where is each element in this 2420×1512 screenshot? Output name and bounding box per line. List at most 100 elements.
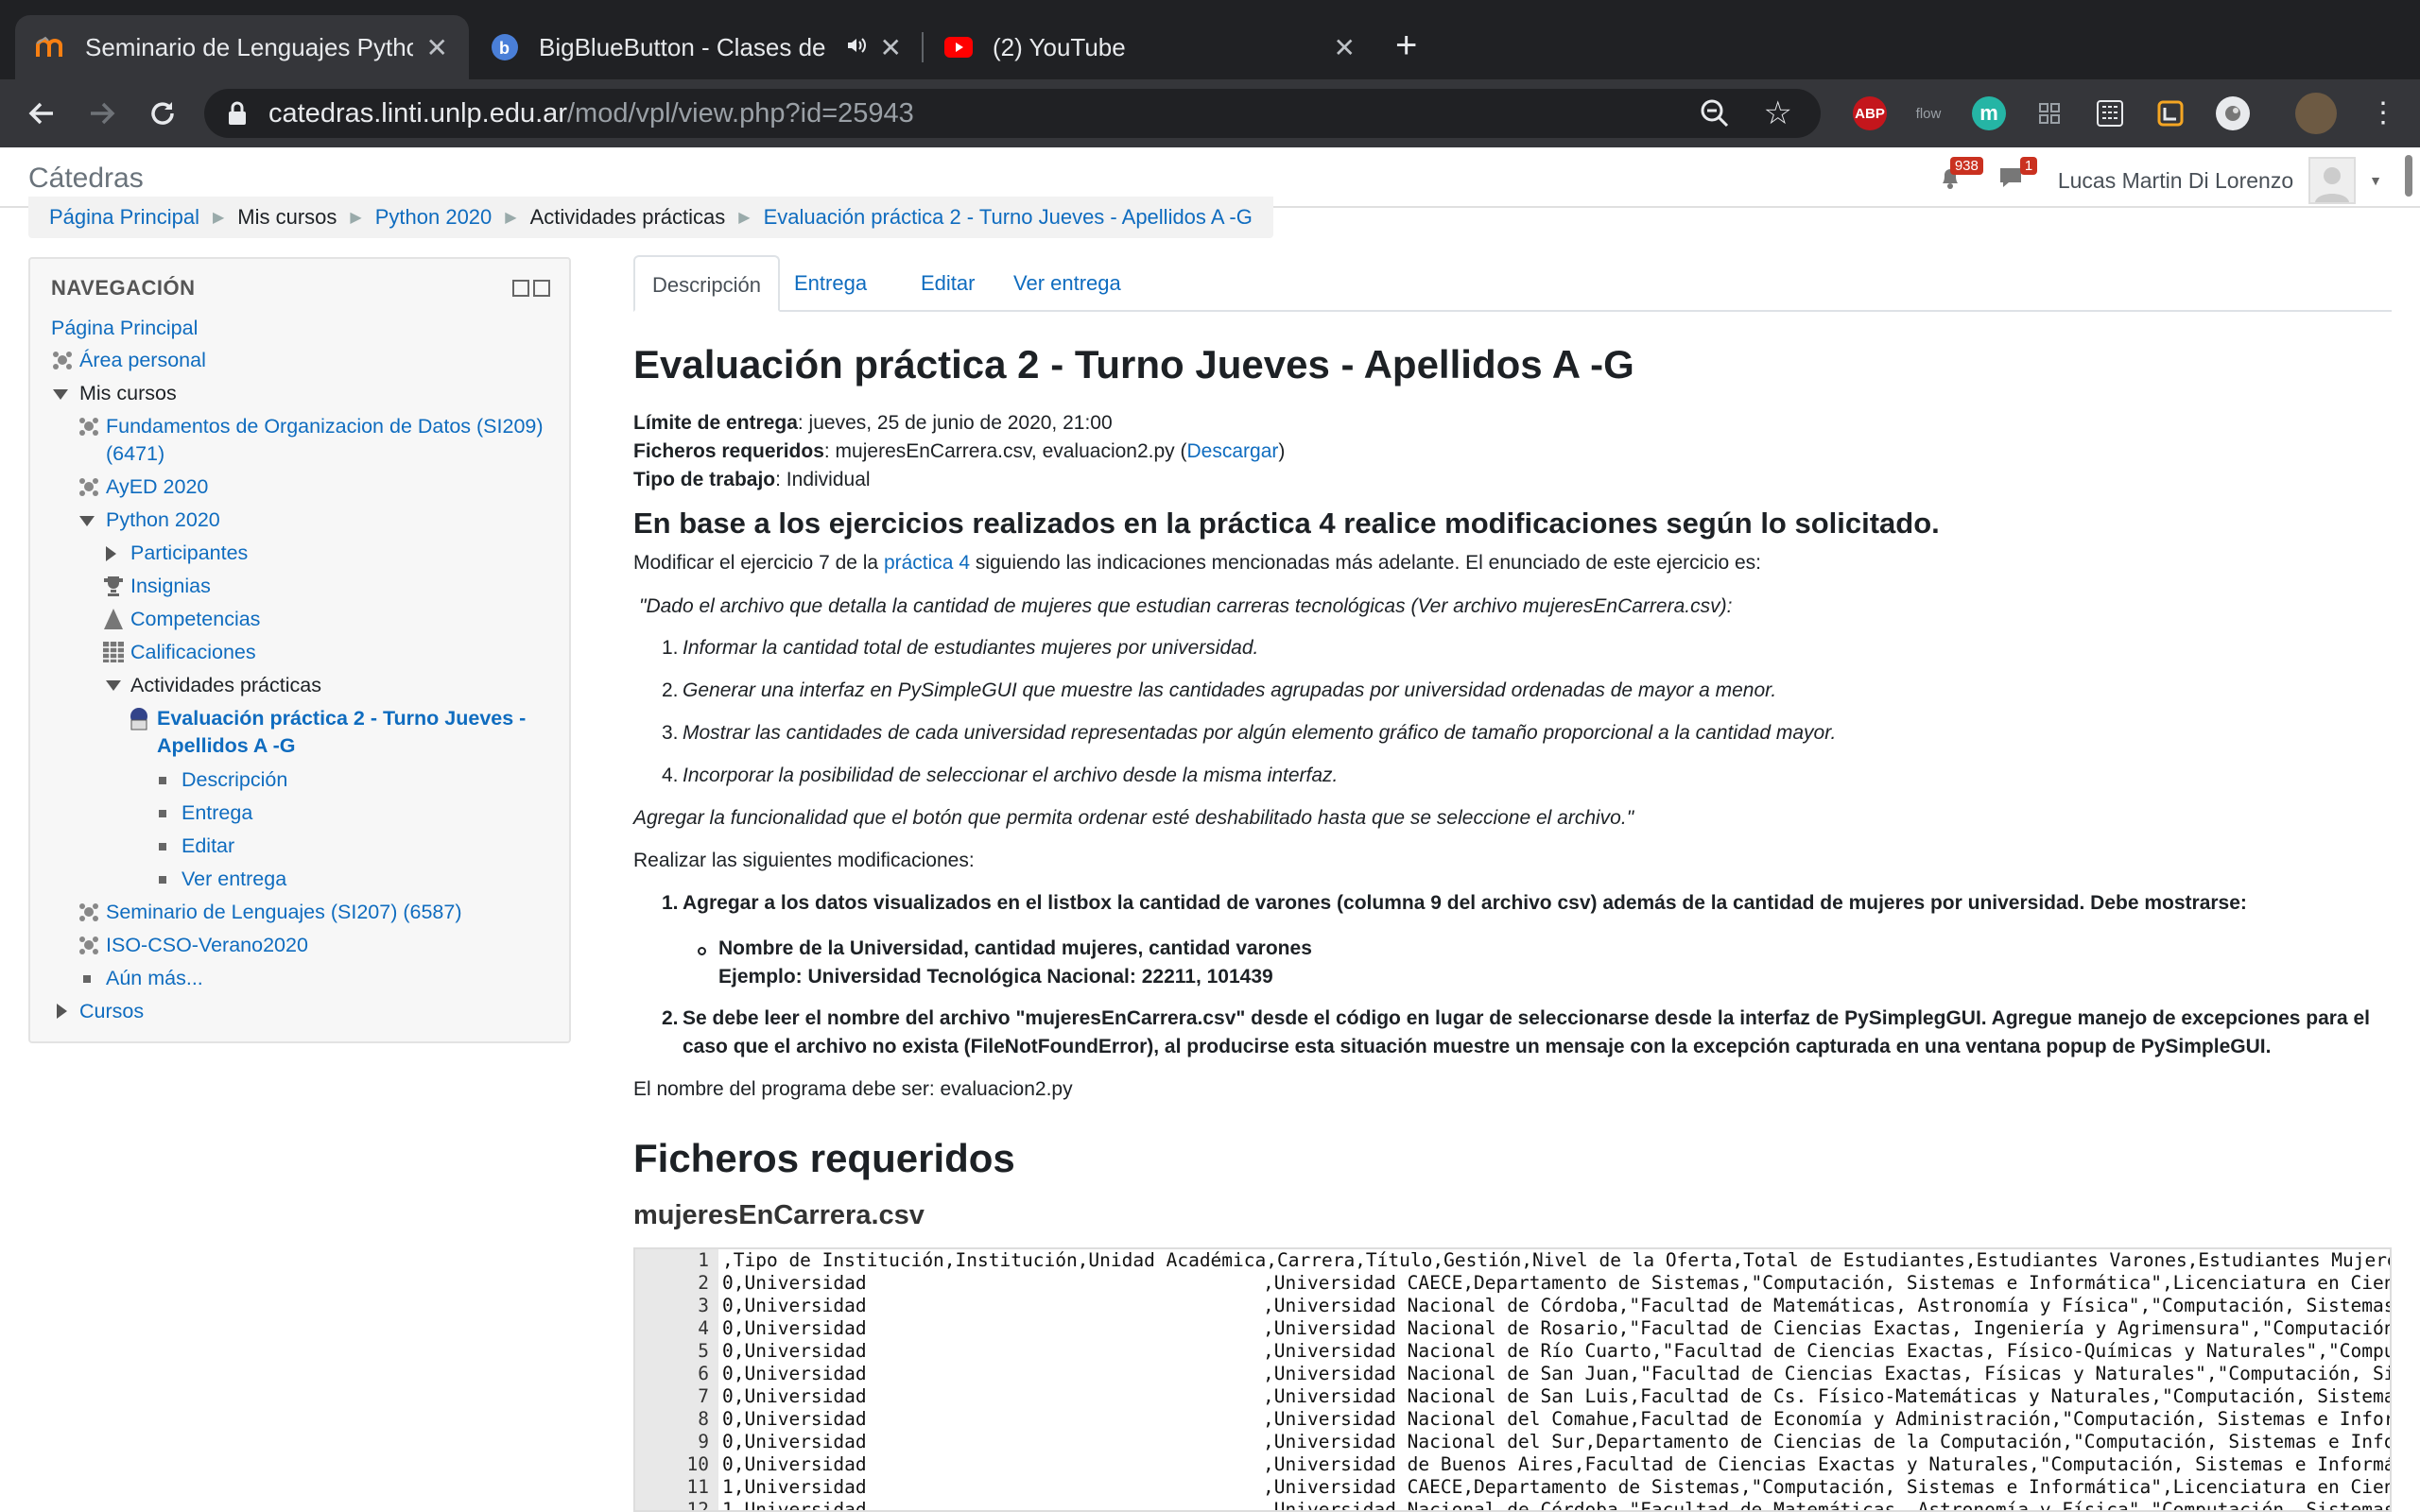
- nav-item-my-courses[interactable]: Mis cursos: [79, 379, 177, 407]
- user-name[interactable]: Lucas Martin Di Lorenzo: [2058, 168, 2293, 194]
- code-text: ,Universidad CAECE,Departamento de Siste…: [1263, 1272, 2392, 1294]
- page-scrollbar[interactable]: [2405, 155, 2412, 197]
- nav-item-current-activity[interactable]: Evaluación práctica 2 - Turno Jueves -: [157, 704, 526, 732]
- nav-item-course-python[interactable]: Python 2020: [106, 506, 220, 534]
- practice-4-link[interactable]: práctica 4: [884, 552, 970, 574]
- breadcrumb-item[interactable]: Página Principal: [49, 205, 199, 230]
- nav-item-current-activity-cont[interactable]: Apellidos A -G: [157, 731, 296, 760]
- messages-icon[interactable]: 1: [1997, 157, 2038, 197]
- forward-icon[interactable]: [81, 93, 123, 134]
- nav-item-course-fod-code[interactable]: (6471): [106, 439, 164, 468]
- browser-menu-icon[interactable]: ⋮: [2369, 96, 2397, 130]
- nav-item-submission[interactable]: Entrega: [182, 799, 252, 827]
- flow-extension-icon[interactable]: flow: [1911, 96, 1945, 130]
- code-text: 0,Universidad: [722, 1363, 867, 1384]
- nav-item-description[interactable]: Descripción: [182, 765, 287, 794]
- browser-tab-bigbluebutton[interactable]: b BigBlueButton - Clases de ✕: [469, 15, 923, 79]
- adblock-plus-icon[interactable]: ABP: [1853, 96, 1887, 130]
- nav-item-participants[interactable]: Participantes: [130, 539, 248, 567]
- modification-1: Agregar a los datos visualizados en el l…: [683, 892, 2247, 914]
- browser-tab-youtube[interactable]: (2) YouTube ✕: [923, 15, 1376, 79]
- nav-item-practical-activities[interactable]: Actividades prácticas: [130, 671, 321, 699]
- collapse-block-icon[interactable]: [533, 280, 550, 297]
- page-title: Evaluación práctica 2 - Turno Jueves - A…: [633, 342, 1634, 387]
- navigation-title: NAVEGACIÓN: [51, 276, 196, 300]
- expanded-icon[interactable]: [106, 680, 121, 691]
- user-menu[interactable]: 938 1 Lucas Martin Di Lorenzo ▼: [1937, 157, 2382, 204]
- nav-item-more[interactable]: Aún más...: [106, 964, 203, 992]
- code-text: 0,Universidad: [722, 1295, 867, 1316]
- code-text: 0,Universidad: [722, 1385, 867, 1407]
- grid-extension-icon[interactable]: [2032, 96, 2066, 130]
- site-name[interactable]: Cátedras: [28, 163, 144, 195]
- profile-avatar-icon[interactable]: [2295, 93, 2337, 134]
- nav-item-course-iso[interactable]: ISO-CSO-Verano2020: [106, 931, 308, 959]
- address-bar[interactable]: catedras.linti.unlp.edu.ar/mod/vpl/view.…: [204, 89, 1821, 138]
- dock-block-icon[interactable]: [512, 280, 529, 297]
- avatar[interactable]: [2308, 157, 2357, 204]
- tab-edit[interactable]: Editar: [904, 255, 992, 312]
- line-number: 5: [698, 1340, 709, 1362]
- code-text: ,Universidad Nacional de Rosario,"Facult…: [1263, 1317, 2392, 1339]
- code-text: ,Universidad Nacional de San Juan,"Facul…: [1263, 1363, 2392, 1384]
- nav-item-course-seminario[interactable]: Seminario de Lenguajes (SI207) (6587): [106, 898, 461, 926]
- collapsed-icon[interactable]: [106, 546, 116, 561]
- nav-item-badges[interactable]: Insignias: [130, 572, 211, 600]
- back-icon[interactable]: [21, 93, 62, 134]
- tab-submission[interactable]: Entrega: [777, 255, 884, 312]
- nav-item-dashboard[interactable]: Área personal: [79, 346, 206, 374]
- code-text: 0,Universidad: [722, 1340, 867, 1362]
- messages-badge: 1: [2019, 157, 2038, 175]
- m-extension-icon[interactable]: m: [1972, 96, 2006, 130]
- code-line: 3 0,Universidad ,Universidad Nacional de C…: [635, 1295, 2392, 1317]
- tab-view-submission[interactable]: Ver entrega: [996, 255, 1138, 312]
- close-tab-icon[interactable]: ✕: [880, 32, 902, 63]
- orange-extension-icon[interactable]: [2153, 96, 2187, 130]
- browser-tab-strip: Seminario de Lenguajes Python ✕ b BigBlu…: [0, 0, 2420, 79]
- nav-item-courses[interactable]: Cursos: [79, 997, 144, 1025]
- line-number: 11: [686, 1476, 709, 1498]
- code-text: 0,Universidad: [722, 1317, 867, 1339]
- breadcrumb: Página Principal ▶ Mis cursos ▶ Python 2…: [28, 197, 1273, 238]
- zoom-icon[interactable]: [1700, 98, 1730, 136]
- bookmark-star-icon[interactable]: ☆: [1764, 94, 1792, 132]
- browser-tab-moodle[interactable]: Seminario de Lenguajes Python ✕: [15, 15, 469, 79]
- notifications-icon[interactable]: 938: [1937, 157, 1983, 197]
- close-tab-icon[interactable]: ✕: [1334, 32, 1356, 63]
- quote-end: Agregar la funcionalidad que el botón qu…: [633, 807, 1634, 829]
- nav-item-edit[interactable]: Editar: [182, 832, 234, 860]
- reload-icon[interactable]: [142, 93, 183, 134]
- quote-item: Generar una interfaz en PySimpleGUI que …: [683, 679, 1777, 701]
- collapsed-icon[interactable]: [57, 1004, 67, 1019]
- file-code-viewer[interactable]: 1 ,Tipo de Institución,Institución,Unidad…: [633, 1247, 2392, 1512]
- section-subtitle: En base a los ejercicios realizados en l…: [633, 507, 1940, 540]
- nav-item-competencies[interactable]: Competencias: [130, 605, 260, 633]
- expanded-icon[interactable]: [53, 389, 68, 400]
- new-tab-icon[interactable]: +: [1395, 26, 1417, 64]
- course-icon: [78, 901, 100, 928]
- code-text: 1,Universidad: [722, 1476, 867, 1498]
- lock-icon[interactable]: [227, 100, 248, 127]
- download-link[interactable]: Descargar: [1187, 440, 1279, 462]
- code-line: 9 0,Universidad ,Universidad Nacional del …: [635, 1431, 2390, 1453]
- code-text: ,Universidad Nacional de Córdoba,"Facult…: [1263, 1295, 2392, 1316]
- breadcrumb-item[interactable]: Python 2020: [375, 205, 493, 230]
- code-line: 1 ,Tipo de Institución,Institución,Unidad…: [635, 1249, 2390, 1272]
- line-number: 12: [686, 1499, 709, 1512]
- course-icon: [78, 934, 100, 961]
- breadcrumb-item[interactable]: Evaluación práctica 2 - Turno Jueves - A…: [764, 205, 1253, 230]
- nav-item-grades[interactable]: Calificaciones: [130, 638, 256, 666]
- nav-item-course-ayed[interactable]: AyED 2020: [106, 472, 208, 501]
- circle-extension-icon[interactable]: [2216, 96, 2250, 130]
- nav-item-course-fod[interactable]: Fundamentos de Organizacion de Datos (SI…: [106, 412, 544, 440]
- course-icon: [78, 475, 100, 503]
- caret-down-icon[interactable]: ▼: [2369, 173, 2382, 188]
- bullet-icon: [159, 777, 166, 784]
- tab-description[interactable]: Descripción: [633, 255, 780, 312]
- expanded-icon[interactable]: [79, 516, 95, 526]
- audio-playing-icon[interactable]: [846, 33, 867, 62]
- nav-item-view-submission[interactable]: Ver entrega: [182, 865, 286, 893]
- apps-extension-icon[interactable]: [2093, 96, 2127, 130]
- nav-item-home[interactable]: Página Principal: [51, 314, 198, 342]
- close-tab-icon[interactable]: ✕: [426, 32, 448, 63]
